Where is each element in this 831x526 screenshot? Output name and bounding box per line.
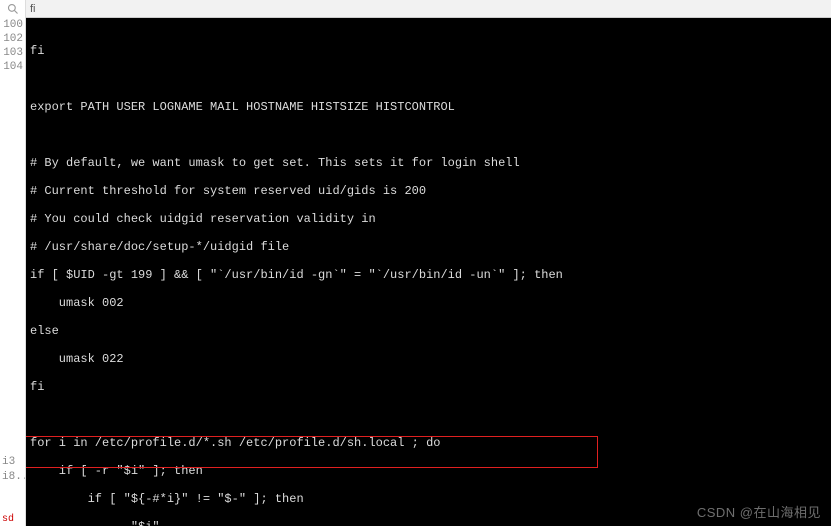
- line-number: i3: [0, 455, 25, 470]
- code-line: for i in /etc/profile.d/*.sh /etc/profil…: [30, 436, 827, 450]
- code-line: if [ $UID -gt 199 ] && [ "`/usr/bin/id -…: [30, 268, 827, 282]
- search-input[interactable]: [30, 3, 827, 15]
- terminal-output[interactable]: fi export PATH USER LOGNAME MAIL HOSTNAM…: [26, 0, 831, 526]
- search-bar[interactable]: [26, 0, 831, 18]
- line-number: i8...: [0, 470, 25, 485]
- code-line: if [ -r "$i" ]; then: [30, 464, 827, 478]
- code-line: [30, 408, 827, 422]
- code-line: [30, 128, 827, 142]
- code-line: else: [30, 324, 827, 338]
- editor-gutter: 100 102 103 104 i3 i8... sd: [0, 0, 26, 526]
- code-line: # By default, we want umask to get set. …: [30, 156, 827, 170]
- line-number: 104: [0, 60, 25, 74]
- code-line: [30, 72, 827, 86]
- code-line: . "$i": [30, 520, 827, 526]
- code-line: if [ "${-#*i}" != "$-" ]; then: [30, 492, 827, 506]
- gutter-spacer: [0, 74, 25, 455]
- line-number: 102: [0, 32, 25, 46]
- code-line: # /usr/share/doc/setup-*/uidgid file: [30, 240, 827, 254]
- search-icon[interactable]: [0, 0, 25, 18]
- gutter-gap: [0, 485, 25, 513]
- code-line: fi: [30, 44, 827, 58]
- code-block: fi export PATH USER LOGNAME MAIL HOSTNAM…: [30, 30, 827, 526]
- code-line: # You could check uidgid reservation val…: [30, 212, 827, 226]
- code-line: umask 022: [30, 352, 827, 366]
- gutter-indicator: sd: [0, 513, 25, 526]
- code-line: # Current threshold for system reserved …: [30, 184, 827, 198]
- code-line: umask 002: [30, 296, 827, 310]
- line-number: 103: [0, 46, 25, 60]
- code-line: fi: [30, 380, 827, 394]
- code-line: export PATH USER LOGNAME MAIL HOSTNAME H…: [30, 100, 827, 114]
- line-number: 100: [0, 18, 25, 32]
